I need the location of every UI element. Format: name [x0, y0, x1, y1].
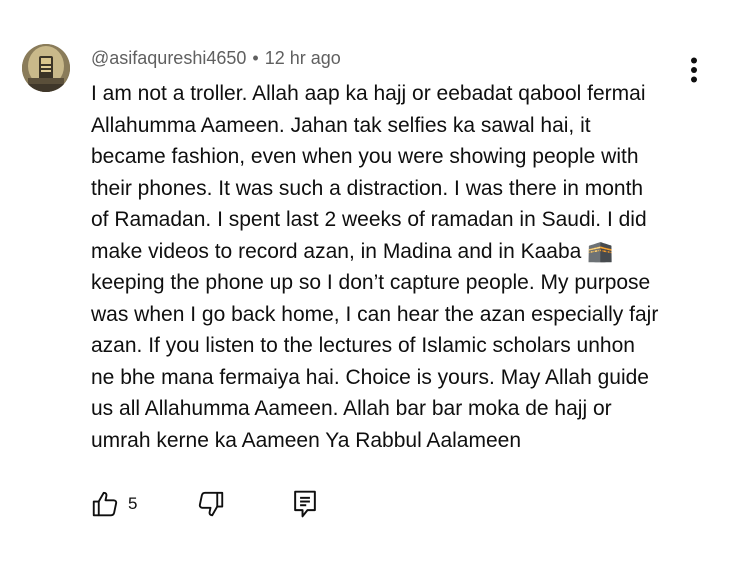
- comment-line: I am not a troller. Allah aap ka hajj or…: [91, 82, 646, 105]
- comment-line: umrah kerne ka Aameen Ya Rabbul Aalameen: [91, 428, 521, 452]
- like-button[interactable]: [90, 488, 120, 520]
- dislike-button[interactable]: [196, 488, 226, 520]
- comment-line: of Ramadan. I spent last 2 weeks of rama…: [91, 208, 647, 231]
- comment-line: ne bhe mana fermaiya hai. Choice is your…: [91, 365, 649, 389]
- avatar-image: [22, 44, 70, 92]
- thumb-down-icon: [198, 491, 224, 517]
- comment-line: us all Allahumma Aameen. Allah bar bar m…: [91, 397, 612, 420]
- reply-comment-icon: [294, 490, 316, 518]
- comment-line: their phones. It was such a distraction.…: [91, 176, 644, 200]
- comment-line: azan. If you listen to the lectures of I…: [91, 334, 635, 357]
- author-handle[interactable]: @asifaqureshi4650: [91, 48, 246, 68]
- comment-actions: 5: [90, 488, 350, 520]
- meta-separator: •: [252, 48, 259, 68]
- comment-line: became fashion, even when you were showi…: [91, 145, 639, 168]
- thumb-up-icon: [92, 491, 118, 517]
- comment-line: keeping the phone up so I don’t capture …: [91, 271, 651, 294]
- comment-line: was when I go back home, I can hear the …: [91, 302, 659, 326]
- comment-meta: @asifaqureshi4650 • 12 hr ago: [91, 48, 341, 69]
- avatar[interactable]: [22, 44, 70, 92]
- comment-text: I am not a troller. Allah aap ka hajj or…: [91, 78, 711, 456]
- reply-button[interactable]: [290, 488, 320, 520]
- comment-timestamp[interactable]: 12 hr ago: [265, 48, 341, 68]
- like-count: 5: [128, 494, 138, 513]
- comment-line: make videos to record azan, in Madina an…: [91, 239, 614, 263]
- comment-line: Allahumma Aameen. Jahan tak selfies ka s…: [91, 113, 591, 137]
